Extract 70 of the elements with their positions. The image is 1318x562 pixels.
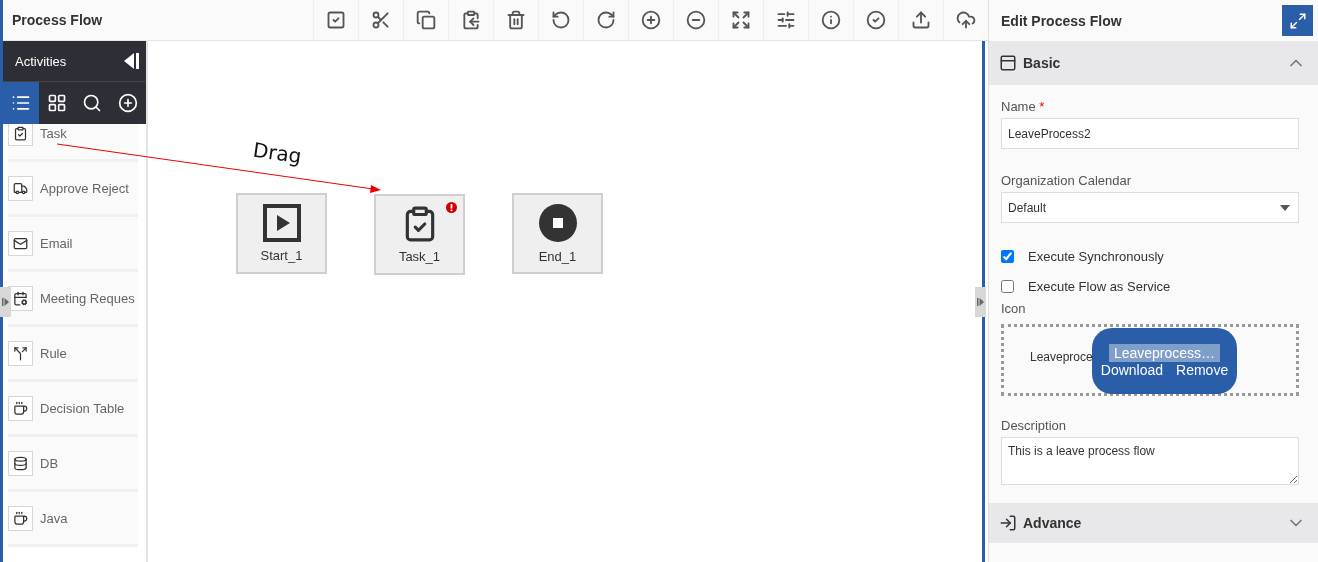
clipboard-icon [8,124,33,146]
maximize-button[interactable] [1282,5,1313,36]
description-label: Description [1001,418,1068,433]
check-circle-icon [866,10,886,30]
cup-icon [8,505,33,531]
sliders-icon [776,10,796,30]
cut-icon [371,10,391,30]
activity-item[interactable]: Task [8,124,138,162]
info-icon [821,10,841,30]
checkbox[interactable] [1001,249,1014,263]
upload-icon [911,10,931,30]
checkbox-label: Execute Flow as Service [1028,278,1171,294]
checkbox-label: Execute Synchronously [1028,248,1164,264]
activity-item[interactable]: Meeting Reques [8,272,138,327]
zoom-in-icon [641,10,661,30]
description-field[interactable]: This is a leave process flow [1001,437,1299,485]
file-action-link[interactable]: Download [1100,362,1164,378]
mail-icon [8,230,33,256]
flow-node[interactable]: Task_1 [374,194,465,275]
fit-screen-icon [731,10,751,30]
add-icon [118,93,139,113]
stop-icon [537,203,578,243]
login-icon [999,514,1017,532]
undo-icon [551,10,571,30]
caret-icon [1280,204,1290,211]
maximize-icon [1288,11,1307,30]
activity-item[interactable]: Java [8,492,138,547]
delete-icon [506,10,526,30]
redo-icon [596,10,616,30]
drag-annotation: Drag [251,137,303,169]
icon-drop-zone[interactable]: Leaveproce Leaveprocess… Download Remove [1001,324,1299,396]
activity-item[interactable]: Email [8,217,138,272]
palette-title: Activities [15,53,67,69]
basic-section-header[interactable]: Basic [989,41,1318,85]
collapse-icon[interactable] [122,52,140,70]
copy-icon [416,10,436,30]
activity-item[interactable]: DB [8,437,138,492]
panel-icon [999,54,1017,72]
name-field[interactable]: LeaveProcess2 [1001,118,1299,149]
activity-item[interactable]: Approve Reject [8,162,138,217]
play-icon [262,204,301,242]
cloud-upload-icon [956,10,976,30]
search-icon [82,93,103,113]
name-label: Name * [1001,99,1046,114]
activity-item[interactable]: Rule [8,327,138,382]
checkbox[interactable] [1001,279,1014,293]
file-action-link[interactable]: Remove [1176,362,1229,378]
zoom-out-icon [686,10,706,30]
advance-section-header[interactable]: Advance [989,503,1318,543]
server-icon [8,450,33,476]
flow-node[interactable]: Start_1 [236,193,327,274]
page-title: Process Flow [12,12,104,28]
file-preview-name: Leaveprocess… [1108,344,1221,362]
select-all-icon [326,10,346,30]
file-name: Leaveproce [1030,350,1093,364]
expand-arrow-icon [2,298,9,306]
activity-item[interactable]: Decision Table [8,382,138,437]
calendar-select[interactable]: Default [1001,192,1299,223]
grid-view-icon [46,93,67,113]
branch-icon [8,340,33,366]
list-view-tab[interactable] [3,82,39,124]
list-view-icon [10,93,31,113]
icon-label: Icon [1001,301,1027,316]
expand-arrow-icon [977,298,984,306]
flow-node[interactable]: End_1 [512,193,603,274]
paste-icon [461,10,481,30]
expand-handle[interactable] [0,287,11,317]
calendar-label: Organization Calendar [1001,173,1133,188]
panel-title: Edit Process Flow [1001,12,1123,29]
expand-handle[interactable] [975,287,986,317]
